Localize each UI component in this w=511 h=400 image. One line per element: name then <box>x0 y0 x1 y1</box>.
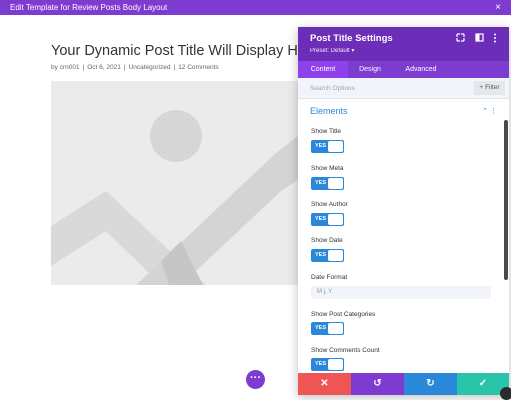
close-icon[interactable]: × <box>495 0 501 15</box>
top-bar: Edit Template for Review Posts Body Layo… <box>0 0 511 15</box>
placeholder-graphic <box>51 81 311 285</box>
toggle-knob <box>328 141 343 152</box>
toggle-show-date[interactable]: YES <box>311 249 344 262</box>
more-options-button[interactable]: ··· <box>246 370 265 389</box>
tab-design[interactable]: Design <box>348 61 392 78</box>
post-date: Oct 6, 2021 <box>87 64 121 71</box>
post-author: by crn001 <box>51 64 80 71</box>
columns-icon[interactable] <box>475 33 484 44</box>
redo-button[interactable]: ↻ <box>404 373 457 395</box>
toggle-value: YES <box>315 216 327 222</box>
panel-tabs: Content Design Advanced <box>298 61 509 78</box>
search-row: + Filter <box>298 78 509 99</box>
undo-button[interactable]: ↺ <box>351 373 404 395</box>
date-format-field[interactable]: M j, Y <box>311 286 491 299</box>
toggle-knob <box>328 214 343 225</box>
panel-scrollbar[interactable] <box>504 120 508 280</box>
toggle-value: YES <box>315 361 327 367</box>
post-title: Your Dynamic Post Title Will Display Her… <box>51 43 319 59</box>
resize-handle-icon[interactable] <box>500 387 511 400</box>
tab-advanced[interactable]: Advanced <box>392 61 450 78</box>
more-icon[interactable] <box>493 33 497 45</box>
field-label-show-title: Show Title <box>311 128 341 135</box>
window-title: Edit Template for Review Posts Body Layo… <box>10 3 168 12</box>
field-label-date-format: Date Format <box>311 274 348 281</box>
discard-button[interactable]: ✕ <box>298 373 351 395</box>
search-input[interactable] <box>310 82 460 94</box>
post-comments: 12 Comments <box>178 64 219 71</box>
tab-content[interactable]: Content <box>298 61 348 78</box>
section-title[interactable]: Elements <box>310 106 348 116</box>
preset-selector[interactable]: Preset: Default ▾ <box>310 47 354 54</box>
meta-separator: | <box>123 64 126 71</box>
panel-title: Post Title Settings <box>310 33 393 44</box>
toggle-show-title[interactable]: YES <box>311 140 344 153</box>
filter-button[interactable]: + Filter <box>474 81 505 95</box>
field-label-show-author: Show Author <box>311 201 348 208</box>
collapse-caret-icon[interactable]: ⌃ ⋮ <box>482 107 497 115</box>
toggle-show-comments[interactable]: YES <box>311 358 344 371</box>
toggle-knob <box>328 359 343 370</box>
toggle-value: YES <box>315 325 327 331</box>
field-label-show-categories: Show Post Categories <box>311 311 376 318</box>
toggle-knob <box>328 178 343 189</box>
field-label-show-comments: Show Comments Count <box>311 347 380 354</box>
toggle-value: YES <box>315 180 327 186</box>
toggle-knob <box>328 250 343 261</box>
expand-icon[interactable] <box>456 33 465 44</box>
toggle-value: YES <box>315 143 327 149</box>
toggle-show-author[interactable]: YES <box>311 213 344 226</box>
field-label-show-meta: Show Meta <box>311 165 344 172</box>
post-category: Uncategorized <box>128 64 171 71</box>
toggle-value: YES <box>315 252 327 258</box>
panel-header: Post Title Settings Preset: Default ▾ <box>298 27 509 61</box>
field-label-show-date: Show Date <box>311 237 343 244</box>
image-placeholder-icon <box>51 81 311 285</box>
settings-panel: Post Title Settings Preset: Default ▾ Co… <box>298 27 509 395</box>
toggle-show-meta[interactable]: YES <box>311 177 344 190</box>
toggle-knob <box>328 323 343 334</box>
post-meta: by crn001 | Oct 6, 2021 | Uncategorized | 12 C… <box>51 64 219 71</box>
toggle-show-categories[interactable]: YES <box>311 322 344 335</box>
panel-footer: ✕ ↺ ↻ ✓ <box>298 373 509 395</box>
